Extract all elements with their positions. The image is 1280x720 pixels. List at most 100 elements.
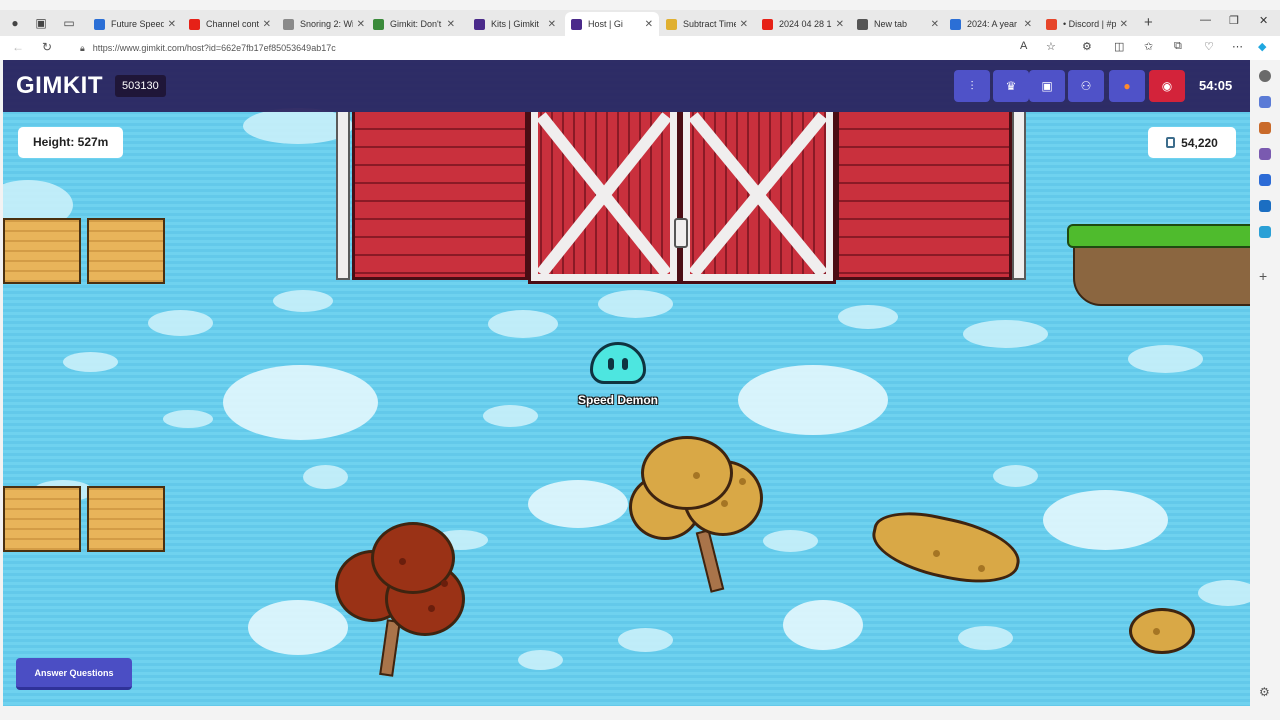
tab-title: Host | Gi (588, 19, 623, 29)
back-arrow-icon[interactable]: ← (12, 40, 24, 54)
tab-close-icon[interactable]: ✕ (164, 19, 176, 30)
tree-trunk (379, 619, 401, 677)
microsoft365-icon[interactable] (1259, 174, 1271, 186)
collections-icon[interactable]: ⧉ (1174, 40, 1182, 53)
tab-close-icon[interactable]: ✕ (1116, 19, 1128, 30)
cloud (763, 530, 818, 552)
browser-tab[interactable]: 2024: A year i ✕ (944, 12, 1038, 36)
search-icon[interactable] (1259, 70, 1271, 82)
browser-tab[interactable]: Snoring 2: Wil ✕ (277, 12, 371, 36)
browser-tab[interactable]: 2024 04 28 12 ✕ (756, 12, 850, 36)
tab-favicon-icon (950, 18, 961, 30)
trophy-icon[interactable]: ♛ (993, 70, 1029, 102)
sidebar-settings-icon[interactable]: ⚙ (1259, 686, 1271, 698)
url-text: https://www.gimkit.com/host?id=662e7fb17… (92, 43, 336, 53)
browser-tab[interactable]: Future Speed ✕ (88, 12, 182, 36)
lock-button-icon[interactable]: ▣ (1029, 70, 1065, 102)
cloud (598, 290, 673, 318)
cloud (273, 290, 333, 312)
minimize-button[interactable]: — (1200, 14, 1211, 26)
url-field[interactable]: 🔒︎ https://www.gimkit.com/host?id=662e7f… (80, 39, 1060, 57)
tab-title: Snoring 2: Wil (300, 19, 353, 29)
favorite-star-icon[interactable]: ☆ (1046, 40, 1056, 53)
tab-title: Gimkit: Don't (390, 19, 442, 29)
more-menu-icon[interactable]: ⋯ (1232, 40, 1243, 53)
close-window-button[interactable]: ✕ (1259, 14, 1268, 27)
cloud (483, 405, 538, 427)
tab-actions-icon[interactable]: ▭ (60, 14, 78, 32)
cloud (738, 365, 888, 435)
cloud (838, 305, 898, 329)
tools-icon[interactable] (1259, 122, 1271, 134)
browser-tab[interactable]: Gimkit: Don't ✕ (367, 12, 461, 36)
tab-close-icon[interactable]: ✕ (443, 19, 455, 30)
cloud (248, 600, 348, 655)
workspaces-icon[interactable]: ▣ (32, 14, 50, 32)
cloud (1043, 490, 1168, 550)
browser-tab[interactable]: Subtract Time ✕ (660, 12, 754, 36)
new-tab-button[interactable]: + (1144, 14, 1153, 31)
tab-close-icon[interactable]: ✕ (544, 19, 556, 30)
tab-close-icon[interactable]: ✕ (641, 19, 653, 30)
tab-close-icon[interactable]: ✕ (259, 19, 271, 30)
tab-close-icon[interactable]: ✕ (1020, 19, 1032, 30)
extensions-icon[interactable]: ⚙ (1082, 40, 1092, 53)
browser-tab[interactable]: New tab ✕ (851, 12, 945, 36)
tab-favicon-icon (571, 18, 582, 30)
cash-icon (1166, 137, 1176, 148)
barn-door-left (528, 112, 680, 284)
edge-sidebar: + ⚙ (1250, 60, 1280, 710)
browser-tab[interactable]: • Discord | #p ✕ (1040, 12, 1134, 36)
game-canvas[interactable]: Speed Demon GIMKIT 503130 ⫶ ♛ ▣ ⚇ ● ◉ 54… (3, 60, 1250, 706)
grass-platform (1067, 224, 1250, 306)
browser-tab[interactable]: Channel conte ✕ (183, 12, 277, 36)
hay-bale (87, 218, 165, 284)
telegram-icon[interactable] (1259, 226, 1271, 238)
browser-tab[interactable]: Host | Gi ✕ (565, 12, 659, 36)
tab-favicon-icon (762, 18, 773, 30)
tab-close-icon[interactable]: ✕ (736, 19, 748, 30)
shopping-icon[interactable] (1259, 96, 1271, 108)
tab-title: Future Speed (111, 19, 164, 29)
address-bar-row: ← ↻ 🔒︎ https://www.gimkit.com/host?id=66… (0, 36, 1280, 60)
cloud (993, 465, 1038, 487)
refresh-icon[interactable]: ↻ (42, 40, 52, 54)
tab-title: Subtract Time (683, 19, 736, 29)
browser-window: ● ▣ ▭ Future Speed ✕ Channel conte ✕ Snoring… (0, 0, 1280, 720)
tab-favicon-icon (373, 18, 384, 30)
tab-favicon-icon (283, 18, 294, 30)
browser-tab[interactable]: Kits | Gimkit ✕ (468, 12, 562, 36)
copilot-icon[interactable]: ◆ (1258, 40, 1266, 53)
tab-title: 2024 04 28 12 (779, 19, 832, 29)
player-gim (590, 342, 646, 390)
answer-questions-button[interactable]: Answer Questions (16, 658, 132, 690)
tab-favicon-icon (857, 18, 868, 30)
pumpkin-icon[interactable]: ● (1109, 70, 1145, 102)
tab-close-icon[interactable]: ✕ (353, 19, 365, 30)
money-value: 54,220 (1181, 135, 1218, 150)
tab-close-icon[interactable]: ✕ (832, 19, 844, 30)
tab-close-icon[interactable]: ✕ (927, 19, 939, 30)
split-screen-icon[interactable]: ◫ (1114, 40, 1124, 53)
tab-title: • Discord | #p (1063, 19, 1116, 29)
tab-favicon-icon (94, 18, 105, 30)
tab-strip: ● ▣ ▭ Future Speed ✕ Channel conte ✕ Snoring… (0, 10, 1280, 36)
players-icon[interactable]: ⚇ (1068, 70, 1104, 102)
outlook-icon[interactable] (1259, 200, 1271, 212)
tree-trunk (695, 529, 725, 593)
read-aloud-icon[interactable]: A (1020, 40, 1027, 52)
add-sidebar-app-icon[interactable]: + (1259, 269, 1271, 283)
game-code: 503130 (115, 75, 166, 97)
record-icon[interactable]: ◉ (1149, 70, 1185, 102)
restore-button[interactable]: ❐ (1229, 14, 1239, 27)
profile-icon[interactable]: ● (6, 14, 24, 32)
cloud (1128, 345, 1203, 373)
games-icon[interactable] (1259, 148, 1271, 160)
hay-bale (3, 486, 81, 552)
browser-essentials-icon[interactable]: ♡ (1204, 40, 1214, 53)
cloud (783, 600, 863, 650)
tab-title: Kits | Gimkit (491, 19, 539, 29)
barn-post (1012, 112, 1026, 280)
waveform-icon[interactable]: ⫶ (954, 70, 990, 102)
favorites-icon[interactable]: ✩ (1144, 40, 1153, 53)
